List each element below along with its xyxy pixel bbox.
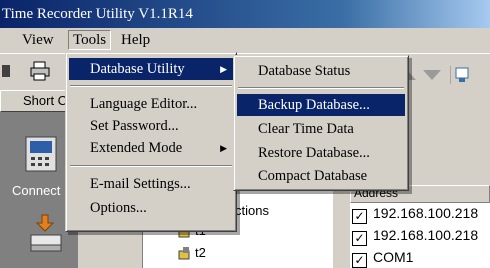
toolbar-right-button[interactable]: [450, 64, 480, 86]
print-button[interactable]: [28, 60, 52, 82]
connect-label: Connect: [12, 183, 61, 198]
menu-item-clear-time-data-label: Clear Time Data: [258, 121, 354, 137]
checkbox[interactable]: ✓: [352, 231, 367, 246]
device-list: ✓ 192.168.100.218 ✓ 192.168.100.218 ✓ COM1: [350, 203, 490, 268]
menu-help-label: Help: [121, 32, 151, 48]
download-button[interactable]: [28, 213, 68, 258]
title-bar: Time Recorder Utility V1.1R14: [0, 0, 490, 28]
tree-item-t2-label: t2: [195, 245, 206, 260]
menu-item-database-utility[interactable]: Database Utility ▶: [69, 58, 233, 80]
menu-separator: [238, 87, 404, 89]
menu-tools-label: Tools: [73, 32, 107, 48]
list-item[interactable]: ✓ COM1: [352, 247, 414, 268]
menu-item-backup-database[interactable]: Backup Database...: [237, 94, 405, 116]
tree-item-partial[interactable]: ctions: [235, 203, 269, 218]
menu-item-restore-database-label: Restore Database...: [258, 145, 370, 161]
list-item-label: COM1: [373, 249, 414, 265]
network-icon: [450, 66, 469, 84]
menu-item-extended-mode-label: Extended Mode: [90, 140, 183, 156]
menu-item-restore-database[interactable]: Restore Database...: [237, 142, 405, 164]
menu-view[interactable]: View: [18, 31, 58, 49]
menu-item-set-password[interactable]: Set Password...: [69, 115, 233, 137]
menu-item-email-settings-label: E-mail Settings...: [90, 176, 191, 192]
menu-view-label: View: [22, 32, 54, 48]
move-down-button[interactable]: [420, 64, 444, 86]
menu-item-options[interactable]: Options...: [69, 197, 233, 219]
terminal-icon: [25, 136, 57, 172]
menu-tools[interactable]: Tools: [68, 30, 112, 50]
printer-icon: [30, 61, 50, 81]
checkbox[interactable]: ✓: [352, 253, 367, 268]
list-item-label: 192.168.100.218: [373, 227, 479, 243]
connect-button[interactable]: [22, 135, 62, 175]
download-icon: [30, 214, 62, 252]
menu-help[interactable]: Help: [117, 31, 154, 49]
toolbar-partial-icon: [2, 65, 10, 77]
menu-item-set-password-label: Set Password...: [90, 118, 179, 134]
menu-item-database-utility-label: Database Utility: [90, 61, 185, 77]
submenu-arrow-icon: ▶: [220, 143, 227, 153]
database-submenu: Database Status Backup Database... Clear…: [233, 55, 409, 191]
tools-menu: Database Utility ▶ Language Editor... Se…: [65, 52, 237, 232]
checkbox[interactable]: ✓: [352, 209, 367, 224]
menu-item-extended-mode[interactable]: Extended Mode ▶: [69, 137, 233, 159]
arrow-down-icon: [423, 70, 441, 80]
menu-separator: [70, 165, 232, 167]
menu-item-language-editor[interactable]: Language Editor...: [69, 93, 233, 115]
list-item-label: 192.168.100.218: [373, 205, 479, 221]
menu-bar: View Tools Help: [0, 28, 490, 52]
menu-item-email-settings[interactable]: E-mail Settings...: [69, 173, 233, 195]
menu-item-clear-time-data[interactable]: Clear Time Data: [237, 118, 405, 140]
list-item[interactable]: ✓ 192.168.100.218: [352, 203, 479, 224]
menu-item-database-status[interactable]: Database Status: [237, 60, 405, 82]
menu-item-compact-database[interactable]: Compact Database: [237, 165, 405, 187]
submenu-arrow-icon: ▶: [220, 64, 227, 74]
menu-item-database-status-label: Database Status: [258, 63, 351, 79]
menu-separator: [70, 85, 232, 87]
window-title: Time Recorder Utility V1.1R14: [2, 6, 193, 22]
menu-item-compact-database-label: Compact Database: [258, 168, 368, 184]
list-item[interactable]: ✓ 192.168.100.218: [352, 225, 479, 246]
toolbar-partial-button[interactable]: [0, 60, 12, 82]
device-icon: [178, 247, 190, 260]
menu-item-options-label: Options...: [90, 200, 147, 216]
menu-item-language-editor-label: Language Editor...: [90, 96, 198, 112]
menu-item-backup-database-label: Backup Database...: [258, 97, 370, 113]
